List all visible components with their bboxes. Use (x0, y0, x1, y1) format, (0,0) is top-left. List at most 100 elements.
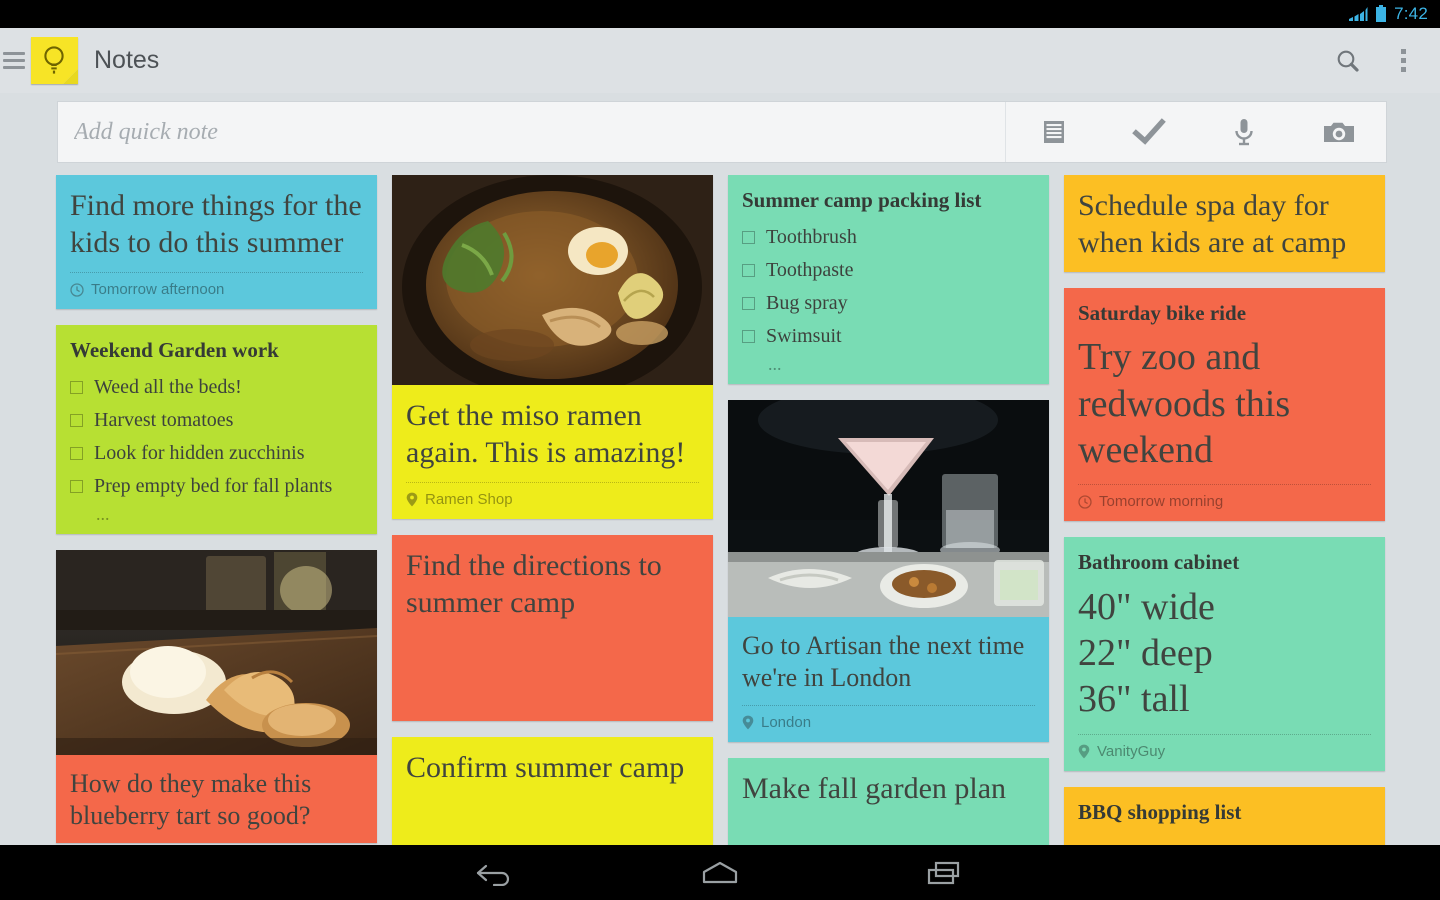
checklist-label: Toothpaste (766, 259, 853, 282)
text-lines-icon (1039, 117, 1069, 147)
checklist-item[interactable]: Prep empty bed for fall plants (70, 470, 363, 503)
dessert-pie-with-ice-cream-photo (56, 550, 377, 755)
note-title: Bathroom cabinet (1078, 550, 1371, 574)
notes-board: Find more things for the kids to do this… (0, 163, 1440, 885)
note-text: Go to Artisan the next time we're in Lon… (742, 630, 1035, 693)
notes-column: Schedule spa day for when kids are at ca… (1064, 175, 1385, 847)
location-pin-icon (406, 492, 418, 507)
checkbox-icon[interactable] (70, 414, 83, 427)
note-location-footer: London (742, 705, 1035, 731)
battery-icon (1375, 5, 1387, 23)
new-voice-note-button[interactable] (1196, 102, 1291, 162)
checklist-item[interactable]: Look for hidden zucchinis (70, 437, 363, 470)
note-card[interactable]: Saturday bike ride Try zoo and redwoods … (1064, 288, 1385, 521)
note-text: Confirm summer camp (406, 750, 699, 787)
app-bar: Notes (0, 28, 1440, 93)
checkbox-icon[interactable] (70, 480, 83, 493)
checklist-label: Toothbrush (766, 226, 857, 249)
checklist-label: Bug spray (766, 292, 848, 315)
location-pin-icon (742, 715, 754, 730)
android-navigation-bar (0, 845, 1440, 900)
location-pin-icon (1078, 744, 1090, 759)
new-text-note-button[interactable] (1006, 102, 1101, 162)
signal-icon (1348, 6, 1368, 22)
checklist-label: Swimsuit (766, 325, 842, 348)
back-arrow-icon (474, 860, 516, 886)
note-card[interactable]: Find the directions to summer camp (392, 535, 713, 721)
note-location-footer: VanityGuy (1078, 734, 1371, 760)
camera-icon (1322, 117, 1356, 147)
note-card[interactable]: Weekend Garden work Weed all the beds! H… (56, 325, 377, 534)
checklist-item[interactable]: Harvest tomatoes (70, 404, 363, 437)
microphone-icon (1231, 117, 1257, 147)
checklist-label: Prep empty bed for fall plants (94, 475, 332, 498)
checklist-item[interactable]: Swimsuit (742, 320, 1035, 353)
checklist-label: Harvest tomatoes (94, 409, 233, 432)
note-card[interactable]: Get the miso ramen again. This is amazin… (392, 175, 713, 519)
note-text: 40" wide 22" deep 36" tall (1078, 584, 1371, 723)
checklist-more-indicator: ... (742, 355, 1035, 373)
note-reminder-footer: Tomorrow afternoon (70, 272, 363, 298)
checklist-label: Look for hidden zucchinis (94, 442, 305, 465)
checklist-item[interactable]: Toothpaste (742, 254, 1035, 287)
new-list-note-button[interactable] (1101, 102, 1196, 162)
home-icon (698, 860, 742, 886)
note-card[interactable]: Schedule spa day for when kids are at ca… (1064, 175, 1385, 272)
checkbox-icon[interactable] (742, 231, 755, 244)
back-button[interactable] (452, 854, 538, 892)
note-card[interactable]: Find more things for the kids to do this… (56, 175, 377, 309)
note-text: Schedule spa day for when kids are at ca… (1078, 188, 1371, 261)
note-text: Try zoo and redwoods this weekend (1078, 334, 1371, 473)
checklist-item[interactable]: Toothbrush (742, 221, 1035, 254)
recents-button[interactable] (902, 854, 988, 892)
note-text: Find more things for the kids to do this… (70, 188, 363, 261)
android-status-bar: 7:42 (0, 0, 1440, 28)
quick-note-bar (57, 101, 1387, 163)
note-text: Find the directions to summer camp (406, 548, 699, 621)
more-vert-icon[interactable] (1391, 43, 1416, 78)
note-title: Summer camp packing list (742, 188, 1035, 212)
quick-note-input[interactable] (58, 102, 1005, 162)
checkbox-icon[interactable] (742, 297, 755, 310)
notes-column: Find more things for the kids to do this… (56, 175, 377, 843)
note-text: How do they make this blueberry tart so … (70, 768, 363, 831)
recent-apps-icon (924, 860, 966, 886)
home-button[interactable] (676, 854, 764, 892)
new-photo-note-button[interactable] (1291, 102, 1386, 162)
note-card[interactable]: How do they make this blueberry tart so … (56, 550, 377, 842)
checklist-label: Weed all the beds! (94, 376, 242, 399)
checklist-more-indicator: ... (70, 505, 363, 523)
notes-column: Summer camp packing list Toothbrush Toot… (728, 175, 1049, 880)
note-text: Get the miso ramen again. This is amazin… (406, 398, 699, 471)
checklist-item[interactable]: Bug spray (742, 287, 1035, 320)
note-card[interactable]: Go to Artisan the next time we're in Lon… (728, 400, 1049, 741)
checkbox-icon[interactable] (742, 330, 755, 343)
note-card[interactable]: Summer camp packing list Toothbrush Toot… (728, 175, 1049, 384)
note-checklist: Toothbrush Toothpaste Bug spray Swimsuit (742, 221, 1035, 353)
notes-column: Get the miso ramen again. This is amazin… (392, 175, 713, 885)
hamburger-menu-icon[interactable] (3, 52, 25, 69)
checkmark-icon (1132, 117, 1166, 147)
note-location-footer: Ramen Shop (406, 482, 699, 508)
note-location-label: Ramen Shop (425, 491, 513, 508)
checklist-item[interactable]: Weed all the beds! (70, 371, 363, 404)
status-clock: 7:42 (1394, 4, 1428, 24)
note-reminder-label: Tomorrow afternoon (91, 281, 224, 298)
checkbox-icon[interactable] (70, 381, 83, 394)
note-title: BBQ shopping list (1078, 800, 1371, 824)
note-card[interactable]: Bathroom cabinet 40" wide 22" deep 36" t… (1064, 537, 1385, 770)
note-location-label: London (761, 714, 811, 731)
note-card[interactable]: BBQ shopping list (1064, 787, 1385, 847)
keep-lightbulb-logo (31, 37, 78, 84)
clock-icon (70, 283, 84, 297)
app-bar-actions (1335, 43, 1424, 78)
page-title: Notes (94, 46, 159, 75)
checkbox-icon[interactable] (70, 447, 83, 460)
cocktail-glass-photo (728, 400, 1049, 617)
checkbox-icon[interactable] (742, 264, 755, 277)
note-checklist: Weed all the beds! Harvest tomatoes Look… (70, 371, 363, 503)
quick-note-actions (1005, 102, 1386, 162)
note-reminder-footer: Tomorrow morning (1078, 484, 1371, 510)
note-title: Saturday bike ride (1078, 301, 1371, 325)
search-icon[interactable] (1335, 48, 1361, 74)
